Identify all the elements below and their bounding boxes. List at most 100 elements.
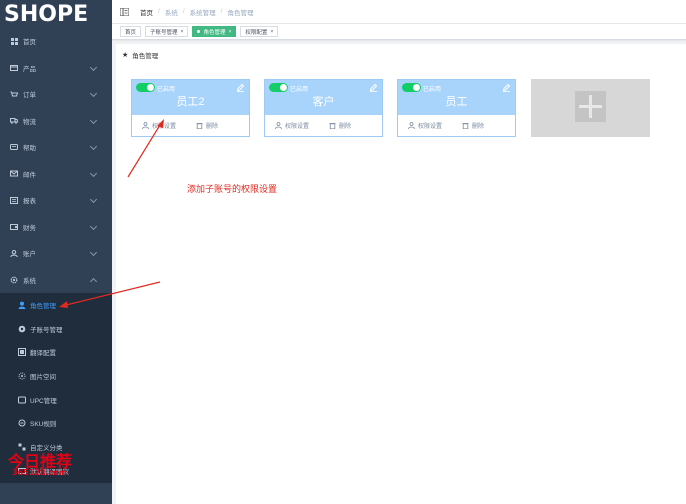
delete-button[interactable]: 删除 (462, 121, 484, 130)
close-icon[interactable]: × (270, 29, 273, 35)
delete-button[interactable]: 删除 (196, 121, 218, 130)
dashboard-icon (10, 37, 18, 45)
sidebar-item-label: 帮助 (23, 145, 36, 153)
chevron-down-icon (89, 222, 98, 230)
trash-icon (329, 122, 336, 129)
tag-home[interactable]: 首页 (120, 26, 142, 37)
submenu-item-label: 子账号管理 (30, 326, 63, 334)
order-icon (10, 90, 18, 98)
role-card[interactable]: 已启用 员工2 权限设置 删除 (131, 79, 250, 137)
breadcrumb-separator: / (182, 8, 185, 15)
gear-icon (10, 276, 18, 284)
delete-label: 删除 (206, 124, 219, 130)
finance-icon (10, 223, 18, 231)
sidebar-item-system[interactable]: 系统 (0, 267, 112, 294)
sidebar-item-order[interactable]: 订单 (0, 81, 112, 108)
submenu-item-translate-config[interactable]: 翻译配置 (0, 340, 112, 364)
submenu-item-sub-account[interactable]: 子账号管理 (0, 317, 112, 341)
sidebar-item-label: 报表 (23, 198, 36, 206)
trash-icon (462, 122, 469, 129)
watermark-logo: 今日推荐 365128.com (4, 448, 74, 504)
chevron-down-icon (89, 169, 98, 177)
tag-label: 权限配置 (245, 29, 268, 36)
report-icon (10, 196, 18, 204)
submenu-item-image-space[interactable]: 图片空间 (0, 364, 112, 388)
chevron-down-icon (89, 249, 98, 257)
sidebar-item-label: 系统 (23, 277, 36, 285)
tag-sub-account[interactable]: 子账号管理 × (145, 26, 189, 37)
sidebar-item-logistics[interactable]: 物流 (0, 108, 112, 135)
tag-label: 角色管理 (203, 29, 226, 36)
chevron-down-icon (89, 143, 98, 151)
breadcrumb-item[interactable]: 系统管理 (190, 7, 216, 17)
status-label: 已启用 (157, 87, 176, 93)
sidebar-item-label: 物流 (23, 118, 36, 126)
status-toggle[interactable] (136, 83, 155, 92)
close-icon[interactable]: × (228, 29, 231, 35)
upc-icon (18, 396, 26, 404)
translate-icon (18, 348, 26, 357)
status-toggle[interactable] (402, 83, 421, 92)
sidebar-item-label: 账户 (23, 251, 36, 259)
sidebar-item-product[interactable]: 产品 (0, 55, 112, 82)
tag-role-management[interactable]: 角色管理 × (192, 26, 237, 37)
permission-settings-label: 权限设置 (152, 124, 177, 130)
breadcrumb-item[interactable]: 系统 (165, 7, 178, 17)
panel-title-text: 角色管理 (132, 53, 159, 60)
delete-button[interactable]: 删除 (329, 121, 351, 130)
sub-account-icon (18, 325, 26, 333)
edit-icon[interactable] (502, 83, 511, 92)
sidebar-item-label: 订单 (23, 92, 36, 100)
permission-settings-button[interactable]: 权限设置 (275, 121, 309, 130)
edit-icon[interactable] (236, 83, 245, 92)
add-role-button[interactable] (531, 79, 650, 137)
permission-settings-button[interactable]: 权限设置 (408, 121, 442, 130)
sidebar-item-label: 邮件 (23, 171, 36, 179)
sidebar-item-help[interactable]: 帮助 (0, 134, 112, 161)
role-card-footer: 权限设置 删除 (398, 115, 515, 137)
sidebar-item-mail[interactable]: 邮件 (0, 161, 112, 188)
breadcrumb-item: 角色管理 (227, 9, 254, 17)
tag-permission-config[interactable]: 权限配置 × (240, 26, 279, 37)
submenu-item-sku-rule[interactable]: SKU规则 (0, 411, 112, 435)
tag-label: 子账号管理 (150, 29, 178, 36)
chevron-down-icon (89, 63, 98, 71)
sidebar-item-label: 财务 (23, 224, 36, 232)
status-toggle[interactable] (269, 83, 288, 92)
role-card-footer: 权限设置 删除 (132, 115, 249, 137)
sidebar-item-report[interactable]: 报表 (0, 187, 112, 214)
user-icon (408, 122, 415, 129)
role-card[interactable]: 已启用 员工 权限设置 删除 (397, 79, 516, 137)
status-label: 已启用 (423, 87, 442, 93)
breadcrumb-item[interactable]: 首页 (140, 7, 153, 17)
sidebar-item-finance[interactable]: 财务 (0, 214, 112, 241)
sidebar: SHOPE 首页 产品 订单 物流 帮助 邮件 报表 财务 账户 系统 角色管理… (0, 0, 112, 504)
sidebar-item-home[interactable]: 首页 (0, 28, 112, 55)
status-label: 已启用 (290, 87, 309, 93)
panel-title: ★ 角色管理 (116, 44, 686, 66)
submenu-item-label: 角色管理 (30, 302, 56, 310)
submenu-item-role-management[interactable]: 角色管理 (0, 293, 112, 317)
submenu-item-upc[interactable]: UPC管理 (0, 388, 112, 412)
annotation-text: 添加子账号的权限设置 (187, 184, 278, 194)
chevron-down-icon (89, 196, 98, 204)
close-icon[interactable]: × (181, 29, 184, 35)
star-icon: ★ (122, 52, 129, 59)
edit-icon[interactable] (369, 83, 378, 92)
logo: SHOPE (4, 1, 89, 27)
truck-icon (10, 117, 18, 125)
role-card[interactable]: 已启用 客户 权限设置 删除 (264, 79, 383, 137)
navbar: 首页 / 系统 / 系统管理 / 角色管理 (112, 0, 686, 24)
breadcrumb: 首页 / 系统 / 系统管理 / 角色管理 (140, 7, 253, 17)
role-name: 员工 (445, 96, 468, 108)
breadcrumb-separator: / (220, 8, 223, 15)
sidebar-item-account[interactable]: 账户 (0, 240, 112, 267)
submenu-item-label: 图片空间 (30, 373, 56, 381)
user-icon (275, 122, 282, 129)
role-card-footer: 权限设置 删除 (265, 115, 382, 137)
permission-settings-button[interactable]: 权限设置 (142, 121, 176, 130)
chevron-down-icon (89, 116, 98, 124)
chevron-up-icon (89, 277, 98, 285)
submenu-item-label: SKU规则 (30, 421, 57, 429)
hamburger-icon[interactable] (119, 7, 130, 16)
